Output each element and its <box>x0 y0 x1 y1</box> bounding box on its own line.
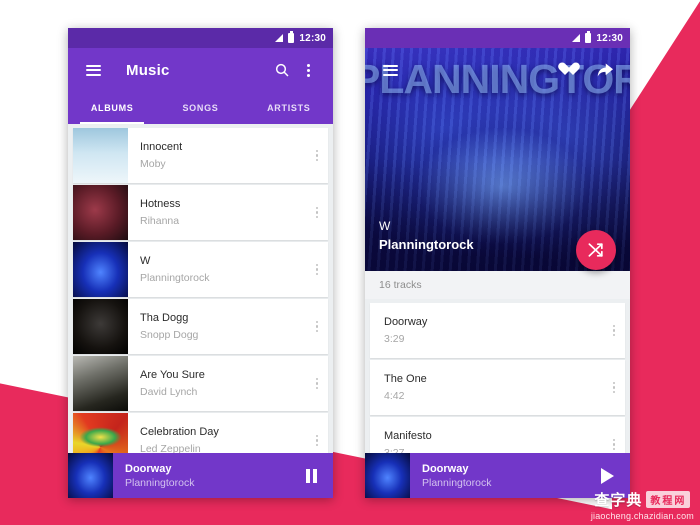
mini-player-art <box>365 453 410 498</box>
hero-action-bar <box>365 48 630 92</box>
mini-player-title: Doorway <box>125 462 172 475</box>
list-item[interactable]: Are You Sure David Lynch <box>73 356 328 411</box>
watermark-suffix: 教程网 <box>646 491 691 508</box>
hero-artist-name: Planningtorock <box>379 237 474 252</box>
tab-songs[interactable]: SONGS <box>156 92 244 124</box>
mini-player-title: Doorway <box>422 462 469 475</box>
hero-album-name: W <box>379 219 391 233</box>
status-time: 12:30 <box>596 32 623 44</box>
tracks-count-label: 16 tracks <box>365 271 630 299</box>
signal-icon <box>275 34 284 42</box>
watermark: 查字典 教程网 jiaocheng.chazidian.com <box>591 489 694 521</box>
track-list: Doorway 3:29 The One 4:42 Manifesto 3:27 <box>365 299 630 473</box>
album-artist: Planningtorock <box>140 271 210 284</box>
album-artist: David Lynch <box>140 385 198 398</box>
shuffle-icon[interactable] <box>576 230 616 270</box>
tab-artists[interactable]: ARTISTS <box>245 92 333 124</box>
album-list: Innocent Moby Hotness Rihanna W Planning… <box>68 124 333 485</box>
watermark-brand: 查字典 <box>594 492 643 509</box>
track-title: Manifesto <box>384 429 432 442</box>
list-item[interactable]: Tha Dogg Snopp Dogg <box>73 299 328 354</box>
album-title: Innocent <box>140 140 183 153</box>
row-more-icon[interactable] <box>315 299 329 354</box>
status-bar: 12:30 <box>365 28 630 48</box>
row-more-icon[interactable] <box>315 356 329 411</box>
track-title: Doorway <box>384 315 428 328</box>
tab-albums[interactable]: ALBUMS <box>68 92 156 124</box>
album-artist: Rihanna <box>140 214 180 227</box>
album-title: W <box>140 254 151 267</box>
more-vert-icon[interactable] <box>295 57 321 83</box>
hamburger-icon[interactable] <box>80 57 106 83</box>
album-title: Are You Sure <box>140 368 205 381</box>
hamburger-icon[interactable] <box>377 57 403 83</box>
app-bar: Music <box>68 48 333 92</box>
search-icon[interactable] <box>269 57 295 83</box>
heart-icon[interactable] <box>552 57 578 83</box>
tab-bar: ALBUMS SONGS ARTISTS <box>68 92 333 124</box>
track-duration: 4:42 <box>384 389 405 402</box>
album-art <box>73 356 128 411</box>
album-title: Tha Dogg <box>140 311 189 324</box>
album-art <box>73 185 128 240</box>
album-artist: Snopp Dogg <box>140 328 199 341</box>
row-more-icon[interactable] <box>315 242 329 297</box>
album-title: Hotness <box>140 197 181 210</box>
mini-player-artist: Planningtorock <box>422 476 492 489</box>
row-more-icon[interactable] <box>612 324 626 337</box>
table-row[interactable]: The One 4:42 <box>370 360 625 415</box>
row-more-icon[interactable] <box>612 381 626 394</box>
battery-icon <box>585 31 592 43</box>
battery-icon <box>288 31 295 43</box>
row-more-icon[interactable] <box>315 128 329 183</box>
album-title: Celebration Day <box>140 425 219 438</box>
album-art <box>73 128 128 183</box>
pause-icon[interactable] <box>306 468 333 483</box>
album-art <box>73 242 128 297</box>
table-row[interactable]: Doorway 3:29 <box>370 303 625 358</box>
list-item[interactable]: W Planningtorock <box>73 242 328 297</box>
phone-right-album-detail-screen: 12:30 PLANNINGTOROCK W <box>365 28 630 498</box>
play-icon[interactable] <box>601 467 630 484</box>
mini-player-art <box>68 453 113 498</box>
list-item[interactable]: Innocent Moby <box>73 128 328 183</box>
hero-titles: W Planningtorock <box>379 217 474 255</box>
track-duration: 3:29 <box>384 332 405 345</box>
screenshot-stage: 12:30 Music ALBUMS SONGS ARTISTS Innocen… <box>0 0 700 525</box>
row-more-icon[interactable] <box>315 185 329 240</box>
list-item[interactable]: Hotness Rihanna <box>73 185 328 240</box>
page-title: Music <box>126 61 170 79</box>
status-bar: 12:30 <box>68 28 333 48</box>
track-title: The One <box>384 372 427 385</box>
share-icon[interactable] <box>592 57 618 83</box>
mini-player[interactable]: Doorway Planningtorock <box>68 453 333 498</box>
mini-player-artist: Planningtorock <box>125 476 195 489</box>
row-more-icon[interactable] <box>612 438 626 451</box>
signal-icon <box>572 34 581 42</box>
phone-left-albums-screen: 12:30 Music ALBUMS SONGS ARTISTS Innocen… <box>68 28 333 498</box>
album-art <box>73 299 128 354</box>
album-artist: Moby <box>140 157 166 170</box>
watermark-url: jiaocheng.chazidian.com <box>590 511 694 521</box>
status-time: 12:30 <box>299 32 326 44</box>
